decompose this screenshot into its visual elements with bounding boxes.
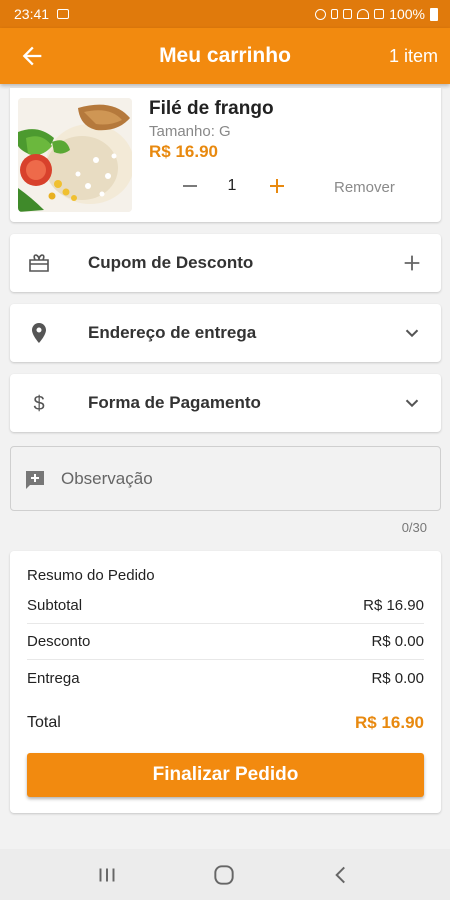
location-pin-icon (32, 323, 46, 343)
summary-row-value: R$ 16.90 (363, 597, 424, 614)
increase-quantity-icon[interactable] (265, 174, 289, 198)
summary-row-label: Subtotal (27, 597, 83, 614)
payment-label: Forma de Pagamento (88, 393, 261, 412)
back-nav-icon[interactable] (328, 862, 354, 888)
coupon-gift-icon (29, 254, 49, 272)
total-value: R$ 16.90 (355, 713, 424, 732)
observation-field[interactable]: Observação (10, 446, 441, 511)
summary-row-value: R$ 0.00 (371, 669, 424, 687)
total-label: Total (27, 714, 61, 731)
product-price: R$ 16.90 (149, 142, 218, 161)
add-coupon-icon[interactable] (401, 252, 423, 274)
mute-icon (343, 9, 353, 19)
address-label: Endereço de entrega (88, 323, 257, 342)
product-size: Tamanho: G (149, 123, 231, 140)
decrease-quantity-icon[interactable] (178, 174, 202, 198)
observation-char-counter: 0/30 (401, 520, 427, 535)
battery-icon (430, 7, 438, 21)
coupon-label: Cupom de Desconto (88, 253, 254, 272)
system-nav-bar (0, 849, 450, 900)
coupon-row[interactable]: Cupom de Desconto (10, 234, 441, 292)
bluetooth-icon (331, 9, 339, 19)
wifi-icon (357, 9, 370, 19)
recent-apps-icon[interactable] (94, 862, 120, 888)
svg-text:$: $ (33, 393, 44, 415)
observation-placeholder: Observação (61, 469, 153, 488)
status-time: 23:41 (14, 6, 50, 22)
cart-item-count: 1 item (388, 45, 438, 66)
order-summary-card: Resumo do Pedido Subtotal R$ 16.90 Desco… (10, 551, 441, 813)
delivery-address-row[interactable]: Endereço de entrega (10, 304, 441, 362)
gallery-notification-icon (57, 9, 70, 19)
summary-title: Resumo do Pedido (27, 567, 155, 584)
product-image (18, 98, 132, 212)
status-icons: 100% (315, 6, 438, 22)
add-comment-icon (26, 471, 44, 489)
summary-row-subtotal: Subtotal R$ 16.90 (27, 588, 424, 624)
dollar-icon: $ (33, 393, 44, 415)
app-bar: Meu carrinho 1 item (0, 28, 450, 84)
remove-item-button[interactable]: Remover (334, 179, 395, 196)
cart-item-card: Filé de frango Tamanho: G R$ 16.90 1 Rem… (10, 88, 441, 222)
quantity-value: 1 (227, 177, 237, 194)
finalize-order-button[interactable]: Finalizar Pedido (27, 753, 424, 797)
home-icon[interactable] (211, 862, 237, 888)
signal-icon (374, 9, 385, 19)
summary-row-value: R$ 0.00 (371, 633, 424, 650)
summary-row-label: Entrega (27, 669, 80, 687)
product-name: Filé de frango (149, 98, 274, 119)
chevron-down-icon[interactable] (401, 392, 423, 414)
status-bar: 23:41 100% (0, 0, 450, 28)
battery-level: 100% (389, 6, 425, 22)
summary-row-label: Desconto (27, 633, 91, 650)
payment-method-row[interactable]: $ Forma de Pagamento (10, 374, 441, 432)
page-title: Meu carrinho (159, 44, 291, 67)
summary-row-discount: Desconto R$ 0.00 (27, 624, 424, 660)
summary-total: Total R$ 16.90 (27, 713, 424, 733)
alarm-icon (315, 8, 327, 20)
summary-row-delivery: Entrega R$ 0.00 (27, 660, 424, 696)
chevron-down-icon[interactable] (401, 322, 423, 344)
